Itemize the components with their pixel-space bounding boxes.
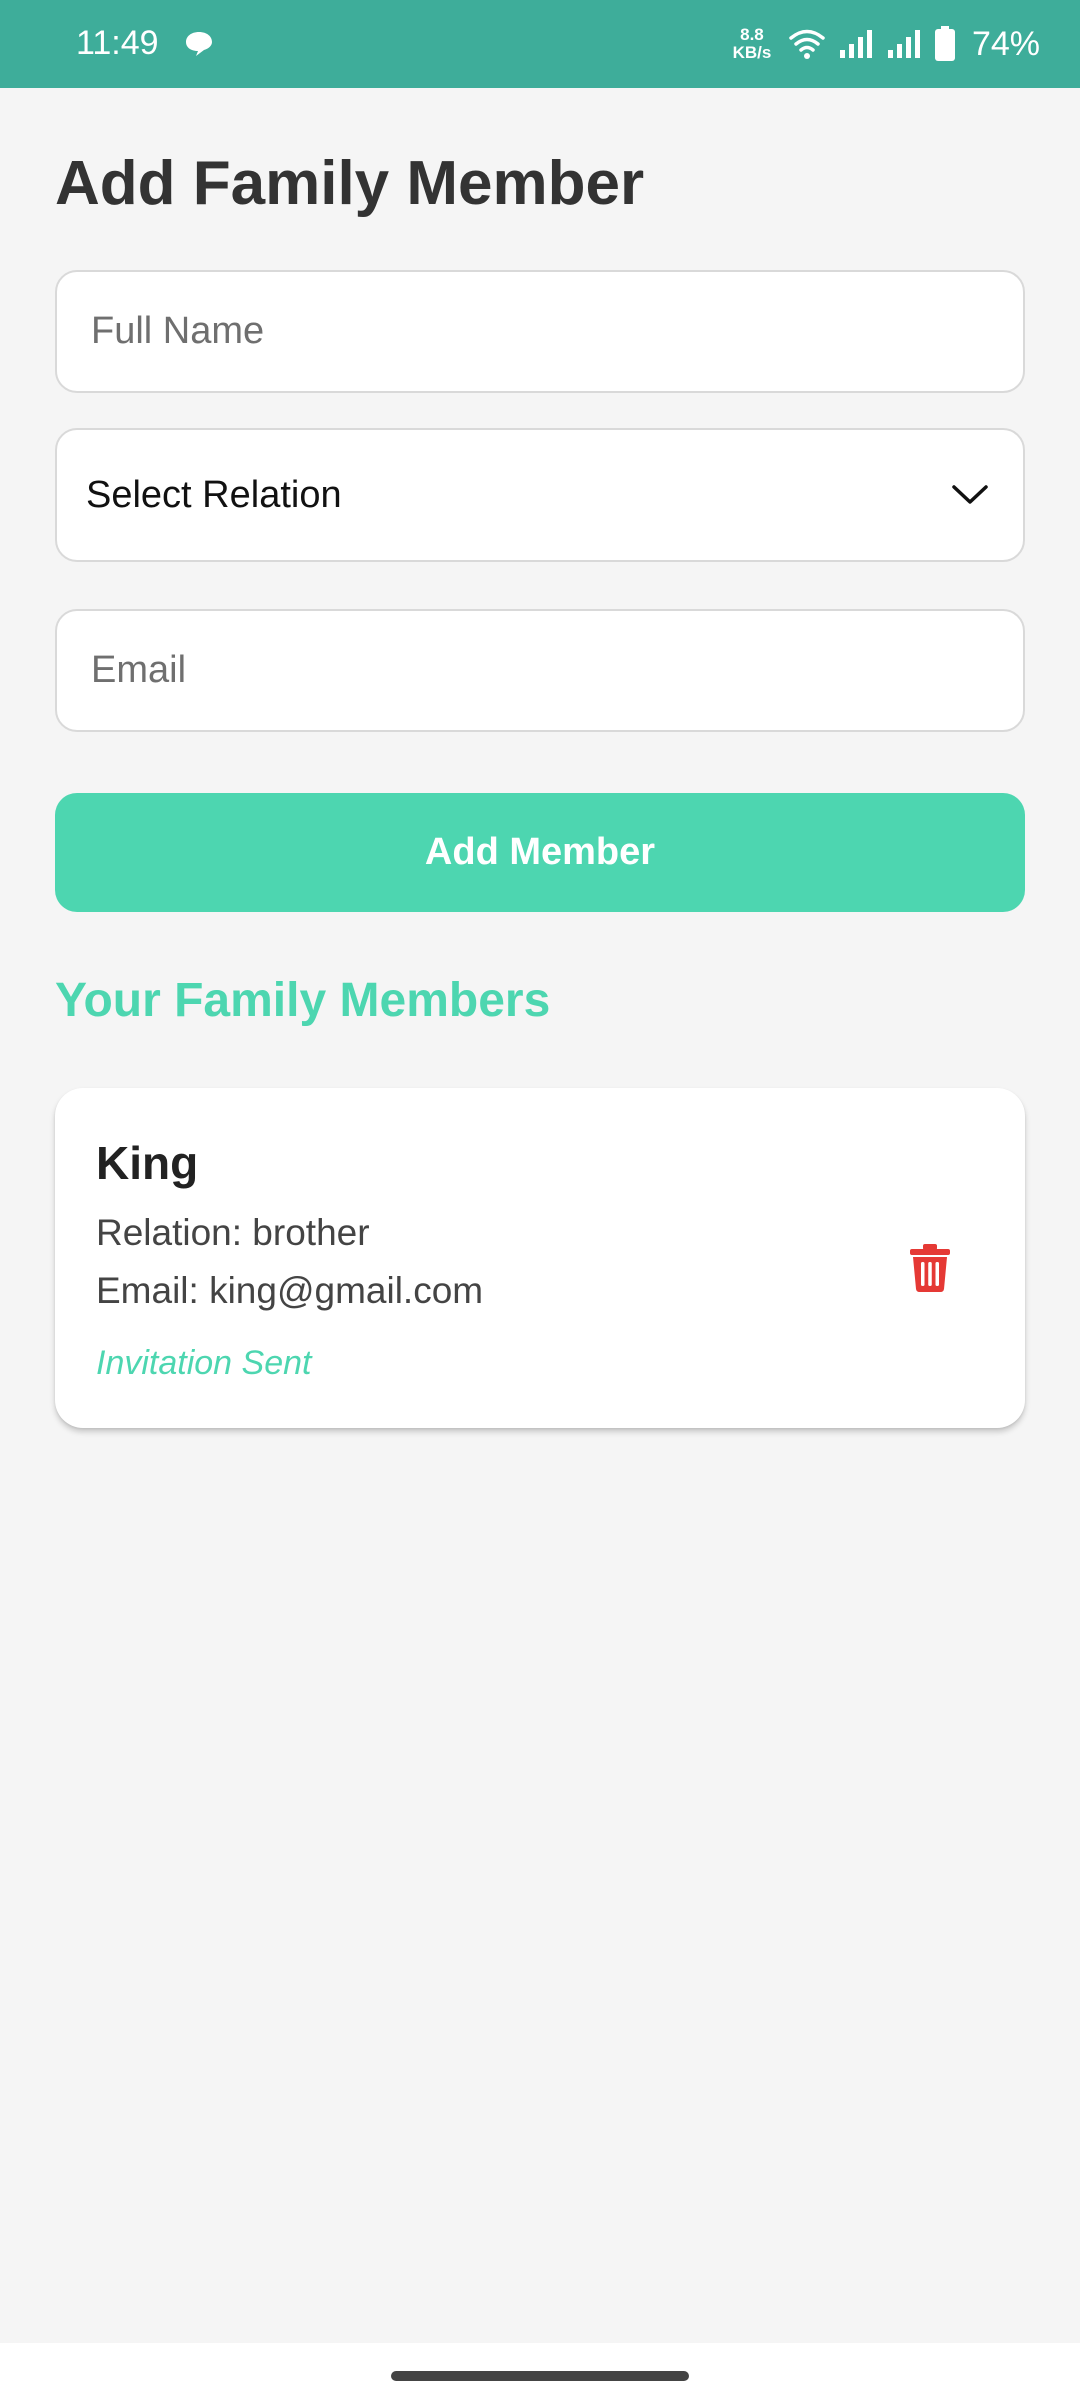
member-name: King [96,1137,199,1189]
network-speed-value: 8.8 [740,25,764,44]
full-name-field[interactable] [55,270,1025,393]
chevron-down-icon [952,485,988,504]
member-card: King Relation: brother Email: king@gmail… [55,1088,1025,1428]
network-speed: 8.8 KB/s [728,26,776,62]
wifi-icon [789,29,825,59]
email-input[interactable] [57,611,1023,730]
member-invitation-status: Invitation Sent [96,1344,312,1382]
relation-select-value: Select Relation [86,473,342,516]
full-name-input[interactable] [57,272,1023,391]
delete-member-button[interactable] [895,1228,965,1308]
battery-icon [934,26,955,61]
navigation-bar [0,2343,1080,2408]
network-speed-unit: KB/s [732,43,772,62]
status-time: 11:49 [76,24,159,62]
home-gesture-handle[interactable] [391,2371,689,2381]
chat-bubble-icon [186,32,212,56]
add-member-button[interactable]: Add Member [55,793,1025,912]
battery-percent: 74% [971,24,1040,63]
signal-icon [887,30,920,58]
members-section-title: Your Family Members [55,974,551,1027]
signal-icon [839,30,872,58]
status-icons: 8.8 KB/s 74% [728,22,1040,66]
status-bar: 11:49 8.8 KB/s 74% [0,0,1080,88]
trash-icon [910,1244,950,1292]
page-title: Add Family Member [55,149,645,218]
member-relation: Relation: brother [96,1212,370,1253]
relation-select[interactable]: Select Relation [55,428,1025,562]
email-field[interactable] [55,609,1025,732]
member-email: Email: king@gmail.com [96,1270,484,1311]
